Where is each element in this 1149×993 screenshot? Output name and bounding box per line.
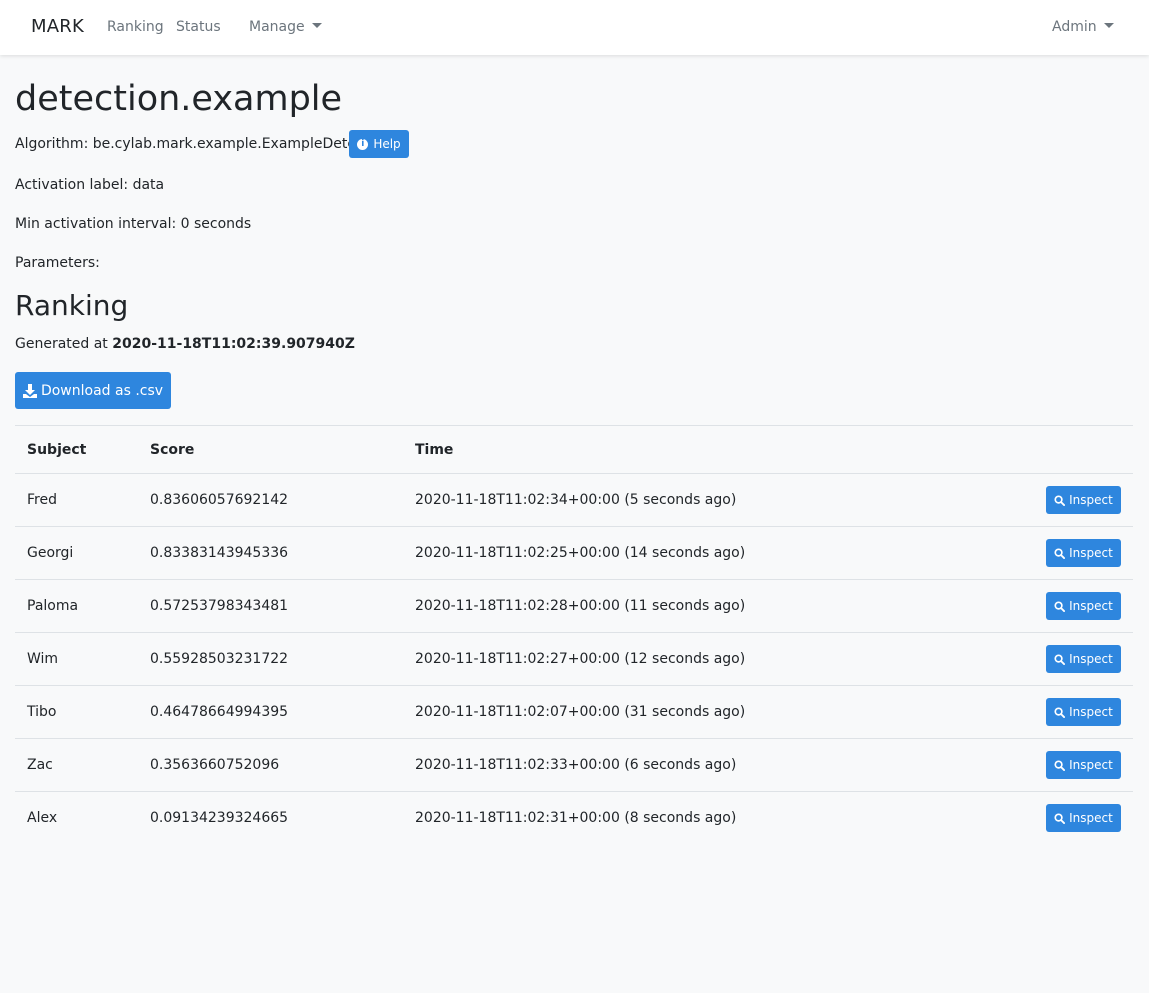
nav-dropdown-admin[interactable]: Admin bbox=[1052, 19, 1114, 35]
subject-cell: Fred bbox=[15, 473, 138, 527]
table-row: Zac 0.3563660752096 2020-11-18T11:02:33+… bbox=[15, 738, 1133, 792]
algorithm-value: be.cylab.mark.example.ExampleDetector bbox=[92, 136, 384, 152]
admin-label: Admin bbox=[1052, 19, 1097, 35]
time-cell: 2020-11-18T11:02:27+00:00 (12 seconds ag… bbox=[403, 632, 1023, 686]
min-interval-text: Min activation interval: bbox=[15, 216, 177, 232]
score-cell: 0.57253798343481 bbox=[138, 579, 403, 633]
nav-link-status[interactable]: Status bbox=[176, 19, 221, 35]
table-row: Georgi 0.83383143945336 2020-11-18T11:02… bbox=[15, 526, 1133, 580]
subject-cell: Alex bbox=[27, 810, 58, 827]
table-header-row: Subject Score Time bbox=[15, 425, 1133, 474]
action-cell: Inspect bbox=[1023, 685, 1133, 739]
caret-down-icon bbox=[1103, 23, 1114, 28]
time-cell: 2020-11-18T11:02:07+00:00 (31 seconds ag… bbox=[403, 685, 1023, 739]
nav-dropdown-manage[interactable]: Manage bbox=[249, 19, 322, 35]
subject-cell: Wim bbox=[15, 632, 138, 686]
column-header-time: Time bbox=[403, 425, 1023, 474]
inspect-button-label: Inspect bbox=[1069, 652, 1113, 666]
time-cell: 2020-11-18T11:02:31+00:00 (8 seconds ago… bbox=[415, 810, 737, 827]
score-cell: 0.83383143945336 bbox=[138, 526, 403, 580]
inspect-button[interactable]: Inspect bbox=[1046, 592, 1121, 620]
algorithm-label: Algorithm: bbox=[15, 136, 89, 152]
search-icon bbox=[1054, 813, 1066, 824]
inspect-button-label: Inspect bbox=[1069, 546, 1113, 560]
time-cell: 2020-11-18T11:02:34+00:00 (5 seconds ago… bbox=[403, 473, 1023, 527]
ranking-table-body: Fred 0.83606057692142 2020-11-18T11:02:3… bbox=[15, 473, 1133, 845]
time-cell: 2020-11-18T11:02:33+00:00 (6 seconds ago… bbox=[403, 738, 1023, 792]
parameters-label: Parameters: bbox=[15, 255, 100, 271]
action-cell: Inspect bbox=[1023, 792, 1133, 845]
download-icon bbox=[22, 383, 37, 398]
info-circle-icon: i bbox=[357, 138, 369, 150]
column-header-score: Score bbox=[138, 425, 403, 474]
score-cell: 0.3563660752096 bbox=[138, 738, 403, 792]
action-cell: Inspect bbox=[1023, 526, 1133, 580]
inspect-button[interactable]: Inspect bbox=[1046, 698, 1121, 726]
inspect-button-label: Inspect bbox=[1069, 493, 1113, 507]
search-icon bbox=[1054, 547, 1066, 559]
action-cell: Inspect bbox=[1023, 579, 1133, 633]
caret-down-icon bbox=[311, 23, 322, 28]
inspect-button[interactable]: Inspect bbox=[1046, 486, 1121, 514]
subject-cell: Paloma bbox=[15, 579, 138, 633]
score-cell: 0.09134239324665 bbox=[150, 810, 289, 827]
activation-label-text: Activation label: bbox=[15, 177, 129, 193]
help-button[interactable]: i Help bbox=[349, 130, 409, 158]
score-cell: 0.46478664994395 bbox=[138, 685, 403, 739]
inspect-button-label: Inspect bbox=[1069, 811, 1113, 826]
action-cell: Inspect bbox=[1023, 738, 1133, 792]
table-row: Wim 0.55928503231722 2020-11-18T11:02:27… bbox=[15, 632, 1133, 686]
search-icon bbox=[1054, 759, 1066, 771]
min-interval-value: 0 seconds bbox=[180, 216, 252, 232]
min-interval-line: Min activation interval: 0 seconds bbox=[15, 216, 251, 232]
time-cell: 2020-11-18T11:02:25+00:00 (14 seconds ag… bbox=[403, 526, 1023, 580]
action-cell: Inspect bbox=[1023, 632, 1133, 686]
search-icon bbox=[1054, 600, 1066, 612]
column-header-action bbox=[1023, 425, 1133, 474]
search-icon bbox=[1054, 706, 1066, 718]
generated-prefix: Generated at bbox=[15, 336, 108, 352]
search-icon bbox=[1054, 653, 1066, 665]
table-row: Fred 0.83606057692142 2020-11-18T11:02:3… bbox=[15, 473, 1133, 527]
brand-link[interactable]: MARK bbox=[31, 16, 84, 37]
activation-label-value: data bbox=[132, 177, 165, 193]
inspect-button-label: Inspect bbox=[1069, 758, 1113, 772]
table-row: Alex 0.09134239324665 2020-11-18T11:02:3… bbox=[15, 792, 1133, 845]
nav-link-ranking[interactable]: Ranking bbox=[107, 19, 164, 35]
inspect-button-label: Inspect bbox=[1069, 705, 1113, 719]
ranking-table: Subject Score Time Fred 0.83606057692142… bbox=[15, 425, 1133, 845]
help-button-label: Help bbox=[373, 137, 401, 151]
column-header-subject: Subject bbox=[15, 425, 138, 474]
download-csv-label: Download as .csv bbox=[40, 382, 164, 399]
table-row: Tibo 0.46478664994395 2020-11-18T11:02:0… bbox=[15, 685, 1133, 739]
top-navbar: MARK Ranking Status Manage Admin bbox=[0, 0, 1149, 55]
inspect-button[interactable]: Inspect bbox=[1046, 645, 1121, 673]
algorithm-line: Algorithm: be.cylab.mark.example.Example… bbox=[15, 136, 383, 152]
inspect-button[interactable]: Inspect bbox=[1046, 804, 1121, 833]
page-title: detection.example bbox=[15, 79, 343, 119]
score-cell: 0.55928503231722 bbox=[138, 632, 403, 686]
generated-timestamp: 2020-11-18T11:02:39.907940Z bbox=[112, 336, 355, 352]
inspect-button-label: Inspect bbox=[1069, 599, 1113, 613]
generated-line: Generated at 2020-11-18T11:02:39.907940Z bbox=[15, 336, 355, 352]
ranking-title: Ranking bbox=[15, 289, 129, 322]
subject-cell: Tibo bbox=[15, 685, 138, 739]
activation-label-line: Activation label: data bbox=[15, 177, 164, 193]
subject-cell: Georgi bbox=[15, 526, 138, 580]
action-cell: Inspect bbox=[1023, 473, 1133, 527]
inspect-button[interactable]: Inspect bbox=[1046, 539, 1121, 567]
manage-label: Manage bbox=[249, 19, 305, 35]
score-cell: 0.83606057692142 bbox=[138, 473, 403, 527]
table-row: Paloma 0.57253798343481 2020-11-18T11:02… bbox=[15, 579, 1133, 633]
inspect-button[interactable]: Inspect bbox=[1046, 751, 1121, 779]
subject-cell: Zac bbox=[15, 738, 138, 792]
time-cell: 2020-11-18T11:02:28+00:00 (11 seconds ag… bbox=[403, 579, 1023, 633]
download-csv-button[interactable]: Download as .csv bbox=[15, 372, 171, 409]
search-icon bbox=[1054, 494, 1066, 506]
